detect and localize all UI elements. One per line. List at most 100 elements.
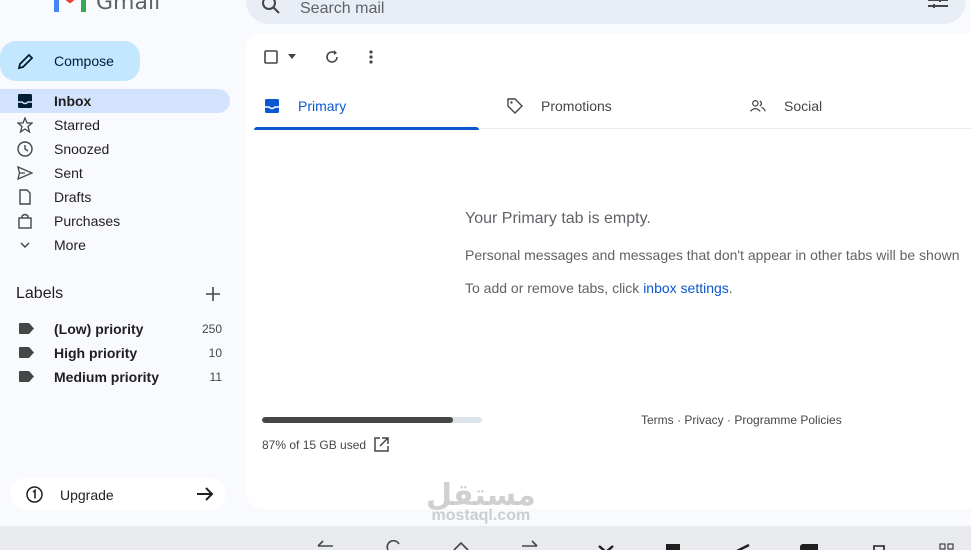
sidebar-item-starred[interactable]: Starred [0,113,230,137]
label-item-low-priority[interactable]: (Low) priority 250 [0,317,230,341]
sidebar-item-label: Purchases [54,213,121,229]
sidebar-item-label: Starred [54,117,100,133]
sidebar-item-snoozed[interactable]: Snoozed [0,137,230,161]
home-icon[interactable] [452,540,470,550]
compose-button[interactable]: Compose [0,41,140,81]
labels-title: Labels [16,285,64,302]
search-icon[interactable] [262,0,280,14]
pencil-icon [17,53,34,70]
browser-bottom-bar [0,526,971,550]
empty-hint-suffix: . [728,280,733,296]
sidebar-item-label: Inbox [54,93,92,109]
inbox-tab-icon [265,99,279,113]
app-grid-icon[interactable] [938,540,956,550]
send-icon [17,165,33,181]
labels-header: Labels [16,285,226,305]
tab-primary[interactable]: Primary [254,89,479,130]
empty-hint: To add or remove tabs, click inbox setti… [465,280,971,296]
select-checkbox[interactable] [264,50,278,64]
label-count: 10 [208,346,222,360]
search-options-icon[interactable] [928,0,948,12]
footer-separator: · [673,413,685,427]
label-item-high-priority[interactable]: High priority 10 [0,341,230,365]
add-label-icon[interactable] [206,287,220,301]
label-name: Medium priority [54,369,160,385]
app-icon-1[interactable] [597,540,615,550]
upgrade-icon [26,486,43,503]
sidebar-item-label: Drafts [54,189,92,205]
storage-text: 87% of 15 GB used [262,437,367,452]
label-count: 11 [209,370,222,384]
label-name: High priority [54,345,138,361]
arrow-right-icon [197,487,214,501]
people-icon [750,100,766,112]
search-input[interactable]: Search mail [300,0,384,18]
app-icon-2[interactable] [664,540,682,550]
watermark: مستقل mostaql.com [426,478,536,525]
tab-label: Primary [298,98,347,114]
empty-hint-prefix: To add or remove tabs, click [465,280,644,296]
label-tag-icon [19,347,34,358]
footer-links: Terms · Privacy · Programme Policies [641,413,842,427]
label-tag-icon [19,323,34,334]
inbox-icon [18,94,32,108]
more-options-icon[interactable] [369,50,373,64]
sidebar-item-more[interactable]: More [0,233,230,257]
storage-bar-fill [262,417,454,423]
category-tabs: Primary Promotions Social [254,89,971,130]
tab-promotions[interactable]: Promotions [497,89,722,129]
storage-usage: 87% of 15 GB used [262,417,482,452]
inbox-settings-link[interactable]: inbox settings [643,280,729,296]
forward-arrow-icon[interactable] [521,540,539,550]
label-name: (Low) priority [54,321,144,337]
app-icon-4[interactable] [800,540,818,550]
sidebar-nav: Inbox Starred Snoozed Sent Drafts Purcha… [0,89,230,257]
star-icon [17,117,33,133]
storage-bar [262,417,482,423]
external-link-icon[interactable] [374,437,389,452]
label-count: 250 [201,322,222,336]
chevron-down-icon [20,242,30,249]
tab-label: Social [784,98,823,114]
app-icon-5[interactable] [870,540,888,550]
empty-heading: Your Primary tab is empty. [465,210,651,227]
tag-icon [507,98,523,114]
gmail-logo-icon[interactable] [54,0,86,12]
empty-description: Personal messages and messages that don'… [465,247,960,263]
clock-icon [17,141,33,157]
reload-icon[interactable] [385,540,403,550]
select-dropdown-icon[interactable] [288,54,296,60]
search-bar[interactable]: Search mail [246,0,966,24]
watermark-latin: mostaql.com [431,507,531,524]
privacy-link[interactable]: Privacy [684,413,723,427]
label-item-medium-priority[interactable]: Medium priority 11 [0,365,230,389]
programme-policies-link[interactable]: Programme Policies [734,413,841,427]
terms-link[interactable]: Terms [641,413,674,427]
sidebar-item-purchases[interactable]: Purchases [0,209,230,233]
mail-toolbar [246,33,971,81]
main-menu-icon[interactable] [16,0,38,10]
shopping-bag-icon [18,213,32,229]
footer-separator: · [723,413,735,427]
sidebar-item-sent[interactable]: Sent [0,161,230,185]
app-icon-3[interactable] [733,540,751,550]
top-bar: Gmail Search mail [0,0,971,30]
refresh-icon[interactable] [325,50,339,64]
gmail-logo-text: Gmail [96,0,161,15]
back-arrow-icon[interactable] [316,540,334,550]
sidebar-item-inbox[interactable]: Inbox [0,89,230,113]
label-list: (Low) priority 250 High priority 10 Medi… [0,317,230,389]
upgrade-label: Upgrade [60,487,114,503]
compose-label: Compose [54,53,114,69]
sidebar-item-label: Sent [54,165,83,181]
sidebar-item-label: More [54,237,86,253]
upgrade-button[interactable]: Upgrade [10,478,226,510]
empty-state: Your Primary tab is empty. Personal mess… [465,210,971,296]
active-tab-indicator [254,127,479,130]
draft-icon [19,189,31,205]
sidebar-item-label: Snoozed [54,141,110,157]
sidebar-item-drafts[interactable]: Drafts [0,185,230,209]
tab-social[interactable]: Social [740,89,965,129]
label-tag-icon [19,371,34,382]
main-panel: Primary Promotions Social Your Primary t… [246,33,971,509]
